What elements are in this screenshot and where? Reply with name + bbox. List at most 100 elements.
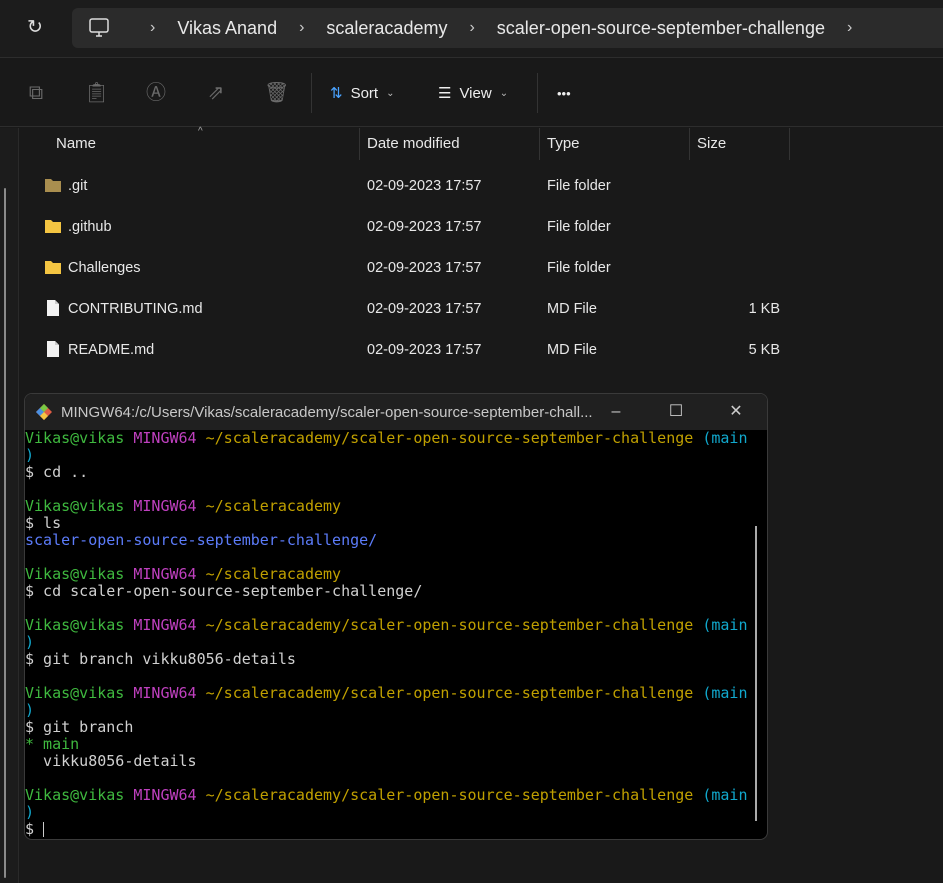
git-bash-logo-icon — [36, 404, 52, 420]
terminal-line: ) — [25, 804, 767, 821]
file-name: .github — [68, 219, 112, 235]
file-name: .git — [68, 178, 88, 194]
terminal-titlebar[interactable]: MINGW64:/c/Users/Vikas/scaleracademy/sca… — [25, 394, 767, 430]
terminal-line: Vikas@vikas MINGW64 ~/scaleracademy/scal… — [25, 430, 767, 447]
more-options-button[interactable]: ••• — [557, 81, 571, 105]
terminal-text: MINGW64 — [133, 684, 206, 702]
file-size: 1 KB — [748, 301, 780, 317]
folder-icon — [45, 220, 61, 233]
terminal-text: Vikas@vikas — [25, 565, 134, 583]
sort-button[interactable]: ⇅ Sort ⌄ — [330, 81, 394, 105]
this-pc-icon[interactable] — [88, 17, 110, 39]
file-type: File folder — [547, 260, 611, 276]
file-type: File folder — [547, 219, 611, 235]
file-type: File folder — [547, 178, 611, 194]
terminal-line: Vikas@vikas MINGW64 ~/scaleracademy/scal… — [25, 685, 767, 702]
terminal-line: ) — [25, 447, 767, 464]
terminal-text: (main — [702, 684, 748, 702]
scrollbar[interactable] — [755, 526, 757, 821]
terminal-title: MINGW64:/c/Users/Vikas/scaleracademy/sca… — [61, 403, 593, 421]
terminal-text: ) — [25, 803, 35, 821]
file-date: 02-09-2023 17:57 — [367, 260, 482, 276]
column-header-type[interactable]: Type — [539, 128, 690, 160]
breadcrumb-item[interactable]: Vikas Anand — [177, 18, 277, 39]
terminal-text: $ git branch vikku8056-details — [25, 650, 296, 668]
column-header-date[interactable]: Date modified — [359, 128, 540, 160]
file-icon — [47, 300, 59, 316]
divider — [311, 73, 312, 113]
terminal-text: (main — [702, 429, 748, 447]
terminal-text: * main — [25, 735, 80, 753]
sort-icon: ⇅ — [330, 85, 343, 102]
terminal-line: $ cd scaler-open-source-september-challe… — [25, 583, 767, 600]
file-date: 02-09-2023 17:57 — [367, 219, 482, 235]
breadcrumb[interactable]: › Vikas Anand › scaleracademy › scaler-o… — [72, 8, 943, 48]
terminal-line: $ — [25, 821, 767, 838]
terminal-text: MINGW64 — [133, 565, 206, 583]
terminal-text: ~/scaleracademy/scaler-open-source-septe… — [205, 429, 703, 447]
file-row[interactable]: README.md 02-09-2023 17:57 MD File 5 KB — [38, 334, 798, 366]
chevron-right-icon[interactable]: › — [150, 19, 155, 37]
file-row[interactable]: .github 02-09-2023 17:57 File folder — [38, 211, 798, 243]
rename-icon[interactable]: Ⓐ — [144, 81, 168, 105]
terminal-text: ) — [25, 633, 35, 651]
terminal-line: Vikas@vikas MINGW64 ~/scaleracademy/scal… — [25, 617, 767, 634]
chevron-right-icon[interactable]: › — [299, 19, 304, 37]
text-cursor — [43, 822, 45, 837]
sort-label: Sort — [350, 84, 379, 102]
terminal-text: $ cd scaler-open-source-september-challe… — [25, 582, 423, 600]
chevron-right-icon[interactable]: › — [469, 19, 474, 37]
paste-icon[interactable]: 📋︎ — [84, 81, 109, 105]
chevron-right-icon[interactable]: › — [847, 19, 852, 37]
terminal-text: $ cd .. — [25, 463, 89, 481]
file-row[interactable]: Challenges 02-09-2023 17:57 File folder — [38, 252, 798, 284]
terminal-text: vikku8056-details — [25, 752, 197, 770]
terminal-line: $ cd .. — [25, 464, 767, 481]
terminal-line: $ git branch — [25, 719, 767, 736]
file-icon — [47, 341, 59, 357]
terminal-output[interactable]: Vikas@vikas MINGW64 ~/scaleracademy/scal… — [25, 430, 767, 839]
header-label: Name — [56, 135, 97, 152]
column-header-name[interactable]: Name ^ — [48, 126, 360, 160]
command-bar: ⧉ 📋︎ Ⓐ ⇗ 🗑︎ ⇅ Sort ⌄ ☰ View ⌄ ••• — [0, 59, 943, 127]
terminal-text: Vikas@vikas — [25, 684, 134, 702]
file-row[interactable]: CONTRIBUTING.md 02-09-2023 17:57 MD File 1 … — [38, 293, 798, 325]
file-name: Challenges — [68, 260, 141, 276]
address-row: ↻ › Vikas Anand › scaleracademy › scaler… — [0, 0, 943, 58]
terminal-line: $ git branch vikku8056-details — [25, 651, 767, 668]
terminal-text: ) — [25, 446, 35, 464]
view-icon: ☰ — [438, 85, 452, 102]
terminal-text: scaler-open-source-september-challenge/ — [25, 531, 378, 549]
terminal-text: ~/scaleracademy — [205, 565, 342, 583]
file-name: CONTRIBUTING.md — [68, 301, 203, 317]
terminal-line: scaler-open-source-september-challenge/ — [25, 532, 767, 549]
view-label: View — [459, 84, 492, 102]
maximize-icon[interactable]: ☐ — [653, 394, 699, 430]
file-type: MD File — [547, 342, 597, 358]
terminal-line: ) — [25, 702, 767, 719]
terminal-text: ~/scaleracademy/scaler-open-source-septe… — [205, 616, 703, 634]
terminal-line: * main — [25, 736, 767, 753]
refresh-icon[interactable]: ↻ — [24, 17, 46, 39]
breadcrumb-item[interactable]: scaleracademy — [326, 18, 447, 39]
terminal-text: $ git branch — [25, 718, 134, 736]
folder-icon — [45, 261, 61, 274]
minimize-icon[interactable]: – — [593, 394, 639, 430]
delete-icon[interactable]: 🗑︎ — [264, 81, 289, 105]
folder-icon — [45, 179, 61, 192]
close-icon[interactable]: ✕ — [713, 394, 759, 430]
terminal-text: ) — [25, 701, 35, 719]
share-icon[interactable]: ⇗ — [204, 81, 228, 105]
file-name: README.md — [68, 342, 155, 358]
scrollbar[interactable] — [4, 188, 6, 878]
file-row[interactable]: .git 02-09-2023 17:57 File folder — [38, 170, 798, 202]
view-button[interactable]: ☰ View ⌄ — [438, 81, 508, 105]
copy-icon[interactable]: ⧉ — [24, 81, 48, 105]
breadcrumb-item[interactable]: scaler-open-source-september-challenge — [497, 18, 825, 39]
column-header-size[interactable]: Size — [689, 128, 790, 160]
terminal-text: Vikas@vikas — [25, 786, 134, 804]
sort-asc-icon: ^ — [198, 126, 203, 137]
terminal-text: ~/scaleracademy/scaler-open-source-septe… — [205, 786, 703, 804]
